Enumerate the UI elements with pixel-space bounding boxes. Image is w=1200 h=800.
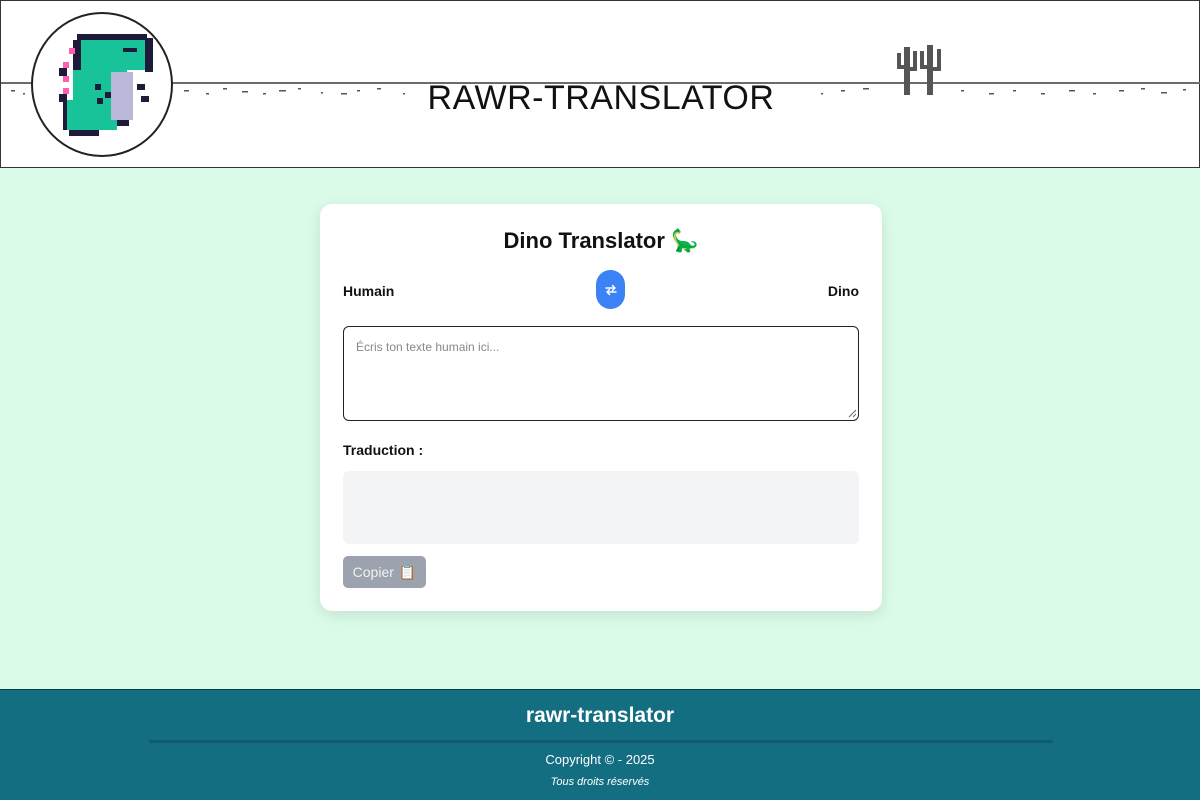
translation-output bbox=[343, 471, 859, 544]
swap-arrows-icon bbox=[604, 284, 617, 295]
copy-button[interactable]: Copier 📋 bbox=[343, 556, 426, 588]
clipboard-icon: 📋 bbox=[398, 563, 417, 580]
card-title: Dino Translator 🦕 bbox=[320, 228, 882, 254]
dinosaur-emoji-icon: 🦕 bbox=[671, 228, 699, 253]
cactus-icon bbox=[897, 45, 941, 95]
footer-divider bbox=[149, 740, 1053, 743]
resize-handle-icon[interactable] bbox=[848, 409, 857, 418]
translation-label: Traduction : bbox=[343, 442, 424, 458]
site-header: RAWR-TRANSLATOR bbox=[0, 0, 1200, 168]
site-footer: rawr-translator Copyright © - 2025 Tous … bbox=[0, 689, 1200, 800]
copy-button-label: Copier bbox=[352, 564, 394, 580]
footer-rights: Tous droits réservés bbox=[550, 776, 650, 788]
target-language-label: Dino bbox=[827, 283, 859, 299]
human-text-input[interactable] bbox=[343, 326, 859, 421]
site-title: RAWR-TRANSLATOR bbox=[427, 79, 775, 117]
swap-languages-button[interactable] bbox=[596, 270, 625, 309]
footer-title: rawr-translator bbox=[525, 704, 675, 727]
translator-card: Dino Translator 🦕 Humain Dino Traduction… bbox=[320, 204, 882, 611]
card-title-text: Dino Translator bbox=[503, 228, 665, 253]
footer-copyright: Copyright © - 2025 bbox=[545, 752, 655, 767]
source-language-label: Humain bbox=[343, 283, 395, 299]
